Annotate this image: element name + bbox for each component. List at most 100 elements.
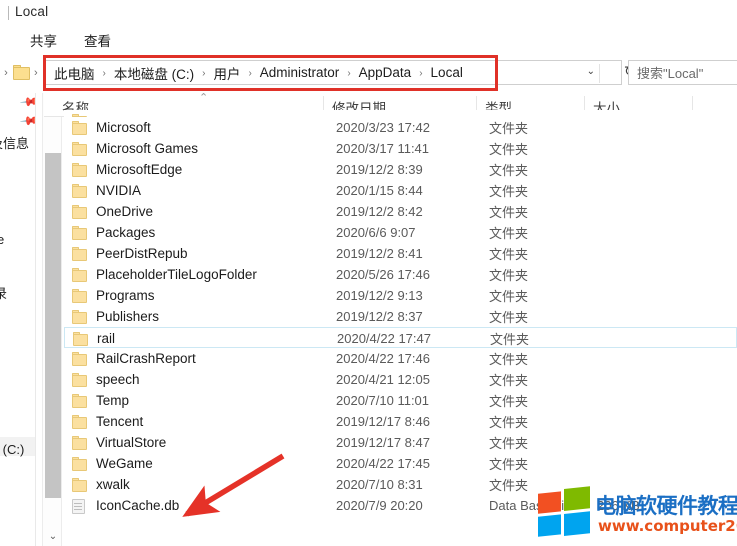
file-date-cell: 2020/3/17 11:41 [336,141,430,156]
folder-icon [72,204,88,219]
breadcrumb-item-users[interactable]: 用户 [210,62,243,84]
folder-icon [72,267,88,282]
file-type-cell: 文件夹 [489,205,529,220]
file-date-cell: 2020/4/22 17:46 [336,351,430,366]
file-type-cell: 文件夹 [489,394,529,409]
scroll-down-icon[interactable]: ⌄ [43,528,63,546]
table-row[interactable]: IconCache.db 2020/7/9 20:20 Data Base File… [64,495,737,516]
file-size-cell [597,159,702,180]
file-name-cell [64,110,339,117]
table-row[interactable]: RailCrashReport 2020/4/22 17:46 文件夹 [64,348,737,369]
file-name-label: Temp [96,393,130,408]
pin-icon[interactable]: 📌 [19,111,36,131]
address-bar-divider [599,64,600,83]
file-size-cell [597,453,702,474]
file-date-cell: 2019/12/2 9:13 [336,288,423,303]
file-size-cell [597,306,702,327]
breadcrumb-item-local[interactable]: Local [428,64,466,81]
file-name-cell: WeGame [64,453,339,474]
folder-icon [72,120,88,135]
table-row[interactable]: MicrosoftEdge 2019/12/2 8:39 文件夹 [64,159,737,180]
search-input[interactable]: 搜索"Local" [628,60,737,85]
file-type-cell: 文件夹 [489,478,529,493]
file-size-cell: 206 KB [597,498,640,513]
file-name-label: RailCrashReport [96,351,196,366]
file-name-cell: IconCache.db [64,495,339,516]
file-type-cell: 文件夹 [489,457,529,472]
file-type-cell: 文件夹 [489,121,529,136]
table-row[interactable]: speech 2020/4/21 12:05 文件夹 [64,369,737,390]
file-date-cell: 2020/1/15 8:44 [336,183,423,198]
breadcrumb-item-appdata[interactable]: AppData [356,64,415,81]
file-name-label: OneDrive [96,204,154,219]
table-row[interactable]: xwalk 2020/7/10 8:31 文件夹 [64,474,737,495]
file-size-cell [597,369,702,390]
file-date-cell: 2020/4/22 17:47 [337,331,431,346]
file-type-cell [489,110,594,117]
file-name-label: NVIDIA [96,183,142,198]
file-date-cell: 2020/5/26 17:46 [336,267,430,282]
table-row[interactable]: OneDrive 2019/12/2 8:42 文件夹 [64,201,737,222]
table-row[interactable]: Programs 2019/12/2 9:13 文件夹 [64,285,737,306]
file-name-cell: PeerDistRepub [64,243,339,264]
file-name-label: Packages [96,225,156,240]
breadcrumb-item-this-pc[interactable]: 此电脑 [51,62,98,84]
file-size-cell [597,285,702,306]
table-row[interactable]: PeerDistRepub 2019/12/2 8:41 文件夹 [64,243,737,264]
breadcrumb-separator-1[interactable]: › [98,68,111,79]
table-row[interactable]: Microsoft Games 2020/3/17 11:41 文件夹 [64,138,737,159]
file-name-cell: xwalk [64,474,339,495]
breadcrumb-separator-3[interactable]: › [243,68,256,79]
file-name-label: PeerDistRepub [96,246,188,261]
file-type-cell: 文件夹 [489,415,529,430]
nav-item-fragment-dir[interactable]: 录 [0,283,7,302]
scrollbar-thumb[interactable] [45,153,61,498]
file-date-cell: 2019/12/2 8:37 [336,309,423,324]
folder-icon [72,477,88,492]
breadcrumb-separator-2[interactable]: › [197,68,210,79]
table-row[interactable]: NVIDIA 2020/1/15 8:44 文件夹 [64,180,737,201]
table-row[interactable]: PlaceholderTileLogoFolder 2020/5/26 17:46… [64,264,737,285]
file-date-cell: 2019/12/2 8:41 [336,246,423,261]
navigation-pane-stub: 📌 📌 及信息 e 录 盘 (C:) :) [0,93,36,546]
forward-chevron-icon[interactable]: › [1,67,11,79]
file-date-cell: 2019/12/17 8:47 [336,435,430,450]
address-bar[interactable]: 此电脑 › 本地磁盘 (C:) › 用户 › Administrator › A… [44,60,622,85]
navigation-pane-scrollbar[interactable]: ⌃ ⌄ [42,93,62,546]
table-row[interactable]: Microsoft 2020/3/23 17:42 文件夹 [64,117,737,138]
table-row[interactable]: Publishers 2019/12/2 8:37 文件夹 [64,306,737,327]
breadcrumb-separator-4[interactable]: › [342,68,355,79]
file-type-cell: 文件夹 [489,142,529,157]
breadcrumb-separator-root[interactable]: › [34,67,38,79]
table-row[interactable]: Temp 2020/7/10 11:01 文件夹 [64,390,737,411]
nav-item-fragment-info[interactable]: 及信息 [0,133,29,152]
breadcrumb-item-administrator[interactable]: Administrator [257,64,343,81]
table-row[interactable]: Packages 2020/6/6 9:07 文件夹 [64,222,737,243]
file-date-cell: 2019/12/2 8:42 [336,204,423,219]
breadcrumb-separator-5[interactable]: › [414,68,427,79]
table-row[interactable]: Tencent 2019/12/17 8:46 文件夹 [64,411,737,432]
tab-share[interactable]: 共享 [26,29,61,51]
file-type-cell: 文件夹 [489,436,529,451]
tab-view[interactable]: 查看 [80,29,115,51]
nav-item-fragment-e[interactable]: e [0,232,4,247]
nav-pane-edge [35,93,36,546]
pin-icon[interactable]: 📌 [19,93,36,112]
table-row[interactable]: rail 2020/4/22 17:47 文件夹 [64,327,737,348]
breadcrumb-item-local-disk[interactable]: 本地磁盘 (C:) [111,62,197,84]
nav-item-fragment-disk-c[interactable]: 盘 (C:) [0,439,24,458]
search-placeholder: 搜索"Local" [637,66,704,81]
table-row[interactable]: WeGame 2020/4/22 17:45 文件夹 [64,453,737,474]
address-folder-icon[interactable] [13,65,30,80]
file-list[interactable]: Microsoft 2020/3/23 17:42 文件夹 Microsoft Gam… [64,110,737,530]
file-explorer-window: Local 共享 查看 › › 此电脑 › 本地磁盘 (C:) › 用户 › A… [0,0,737,546]
file-name-label: VirtualStore [96,435,167,450]
file-name-cell: Packages [64,222,339,243]
table-row[interactable] [64,110,737,117]
file-size-cell [597,222,702,243]
file-date-cell: 2020/7/9 20:20 [336,498,423,513]
file-date-cell: 2020/6/6 9:07 [336,225,416,240]
chevron-down-icon[interactable]: ⌄ [587,66,595,77]
table-row[interactable]: VirtualStore 2019/12/17 8:47 文件夹 [64,432,737,453]
file-size-cell [598,328,703,349]
